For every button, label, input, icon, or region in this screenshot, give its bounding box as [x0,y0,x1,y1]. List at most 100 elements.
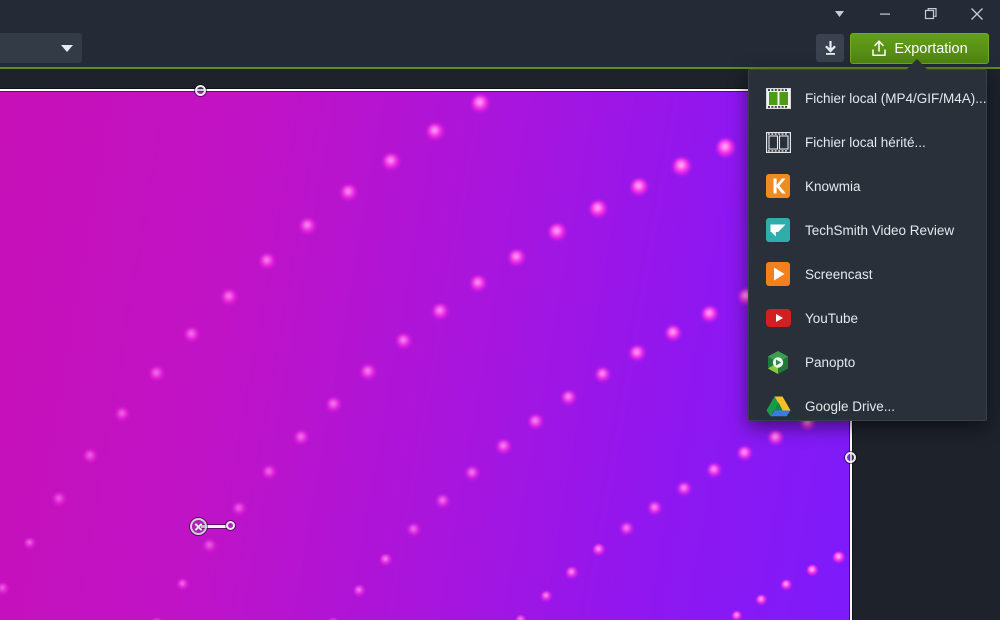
menu-item-label: Google Drive... [805,398,896,414]
titlebar [0,0,1000,28]
light-dot [471,95,489,113]
close-button[interactable] [954,0,1000,28]
light-dot [300,218,316,235]
light-dot [497,440,511,454]
light-dot [589,200,607,218]
menu-item-label: Screencast [805,266,873,282]
toolbar: Exportation [0,28,1000,68]
titlebar-dropdown-button[interactable] [816,0,862,28]
light-dot [470,276,487,292]
light-dot [83,450,97,463]
light-dot [341,185,358,202]
light-dot [648,502,662,515]
light-dot [509,249,526,266]
light-dot [204,540,217,553]
light-dot [260,253,276,269]
video-preview[interactable] [0,90,852,620]
close-icon [971,8,983,20]
light-dot [807,565,819,577]
light-dot [756,594,767,606]
chevron-down-icon [834,11,844,17]
light-dot [833,551,845,563]
restore-icon [924,8,937,20]
light-dot [177,578,189,591]
youtube-icon [765,305,791,331]
menu-item-knowmia[interactable]: Knowmia [749,164,986,208]
light-dot [353,585,366,597]
menu-item-techsmith-video-review[interactable]: TechSmith Video Review [749,208,986,252]
light-dot [665,325,682,341]
export-button-label: Exportation [894,40,968,57]
minimize-button[interactable] [862,0,908,28]
light-dot [630,345,646,361]
menu-item-label: Fichier local hérité... [805,134,926,150]
light-dot [0,583,9,595]
light-dot [731,611,742,620]
light-dot [24,537,37,550]
light-dot [540,590,552,602]
light-dot [631,178,649,196]
light-dot [426,123,444,141]
light-dot [781,579,793,591]
light-dot [562,390,577,405]
light-dot [53,493,66,506]
light-dot [294,431,308,445]
menu-item-panopto[interactable]: Panopto [749,340,986,384]
panopto-icon [765,349,791,375]
restore-button[interactable] [908,0,954,28]
download-button[interactable] [816,34,844,62]
light-dot [433,304,449,320]
menu-item-label: YouTube [805,310,859,326]
light-dot [595,367,611,382]
selection-border-top [0,89,853,91]
light-dot [149,367,164,381]
menu-item-label: Fichier local (MP4/GIF/M4A)... [805,90,987,106]
light-dot [716,139,735,158]
chevron-down-icon [61,44,73,52]
light-dot [361,365,376,380]
light-dot [380,554,392,566]
light-dot [593,544,605,557]
screencast-icon [765,261,791,287]
rotation-handle-endpoint[interactable] [226,521,235,530]
top-center-handle[interactable] [195,85,206,96]
camtasia-editor-window: Exportation Fichier local (MP4/GIF/M4A).… [0,0,1000,620]
menu-item-label: Panopto [805,354,856,370]
download-arrow-icon [824,40,836,55]
knowmia-icon [765,173,791,199]
menu-item-legacy-local-file[interactable]: Fichier local hérité... [749,120,986,164]
minimize-icon [880,13,890,15]
google-drive-icon [765,393,791,419]
light-dot [738,446,752,461]
light-dot [383,153,400,170]
light-dot [327,397,342,412]
menu-item-label: Knowmia [805,178,861,194]
light-dot [673,158,692,176]
light-dot [707,464,721,478]
left-dropdown[interactable] [0,33,82,63]
menu-item-youtube[interactable]: YouTube [749,296,986,340]
light-dot [263,466,277,480]
light-dot [620,522,633,535]
rotation-handle-knob[interactable] [190,518,207,535]
techsmith-video-review-icon [765,217,791,243]
light-dot [677,482,691,496]
menu-item-google-drive[interactable]: Google Drive... [749,384,986,428]
light-dot [116,408,130,422]
light-dot [529,414,543,429]
film-strip-green-icon [765,85,791,111]
light-dot [407,524,420,537]
light-dot [222,290,237,305]
menu-item-screencast[interactable]: Screencast [749,252,986,296]
light-dot [466,467,480,480]
light-dot [396,334,412,349]
light-dot [185,328,200,343]
export-menu[interactable]: Fichier local (MP4/GIF/M4A)... Fichier l… [748,69,987,421]
menu-item-local-file[interactable]: Fichier local (MP4/GIF/M4A)... [749,76,987,120]
light-dot [232,502,246,516]
film-strip-outline-icon [765,129,791,155]
right-middle-handle[interactable] [845,452,856,463]
light-dot [549,224,566,241]
light-dot [566,567,578,579]
light-dot [436,495,450,508]
